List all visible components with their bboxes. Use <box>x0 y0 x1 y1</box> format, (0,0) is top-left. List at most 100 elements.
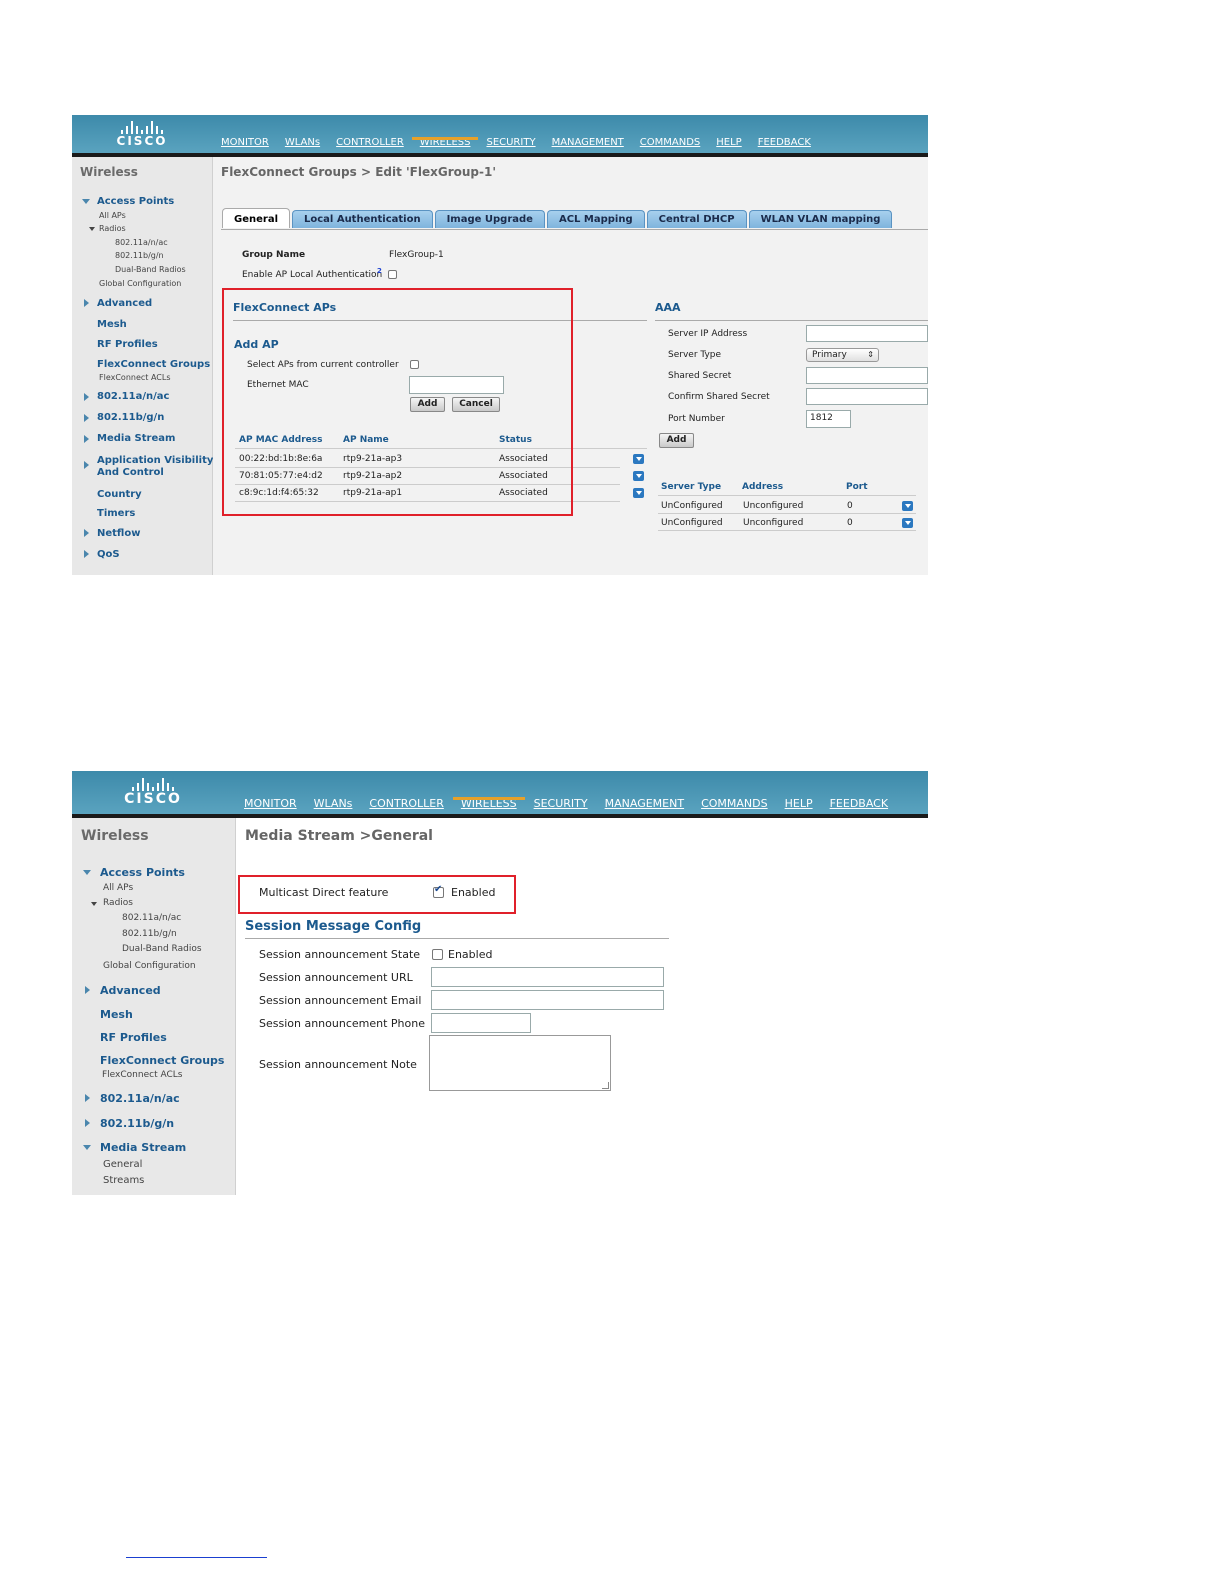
expand-down-icon[interactable] <box>89 227 95 231</box>
sidebar-item-flexconnect-groups[interactable]: FlexConnect Groups <box>100 1054 224 1067</box>
sidebar-item-radio-ac[interactable]: 802.11a/n/ac <box>115 238 168 247</box>
group-name-label: Group Name <box>242 250 306 260</box>
expand-right-icon[interactable] <box>84 414 89 422</box>
sidebar-item-ms-streams[interactable]: Streams <box>103 1175 144 1186</box>
expand-right-icon[interactable] <box>84 435 89 443</box>
sidebar-item-global-config[interactable]: Global Configuration <box>103 961 196 971</box>
nav-controller[interactable]: CONTROLLER <box>369 797 443 810</box>
sidebar-item-mesh[interactable]: Mesh <box>100 1008 133 1021</box>
expand-right-icon[interactable] <box>85 1094 90 1102</box>
nav-management[interactable]: MANAGEMENT <box>552 137 624 148</box>
server-type-select[interactable]: Primary ⇕ <box>806 348 879 362</box>
tab-local-authentication[interactable]: Local Authentication <box>292 210 433 228</box>
announcement-email-input[interactable] <box>431 990 664 1010</box>
confirm-secret-input[interactable] <box>806 388 928 405</box>
port-number-input[interactable]: 1812 <box>806 410 851 428</box>
expand-right-icon[interactable] <box>85 986 90 994</box>
tab-wlan-vlan-mapping[interactable]: WLAN VLAN mapping <box>748 210 893 228</box>
nav-help[interactable]: HELP <box>785 797 813 810</box>
sidebar-item-mesh[interactable]: Mesh <box>97 319 127 330</box>
page-title: FlexConnect Groups > Edit 'FlexGroup-1' <box>221 165 497 179</box>
expand-down-icon[interactable] <box>83 870 91 875</box>
sidebar-item-flexconnect-acls[interactable]: FlexConnect ACLs <box>102 1070 182 1080</box>
announcement-phone-input[interactable] <box>431 1013 531 1033</box>
sidebar-item-avc[interactable]: Application Visibility <box>97 455 213 466</box>
sidebar-item-advanced[interactable]: Advanced <box>100 984 161 997</box>
tab-central-dhcp[interactable]: Central DHCP <box>646 210 747 228</box>
announcement-note-textarea[interactable] <box>429 1035 611 1091</box>
expand-down-icon[interactable] <box>91 902 97 906</box>
row-dropdown-icon[interactable] <box>902 501 913 511</box>
sidebar-item-netflow[interactable]: Netflow <box>97 528 140 539</box>
expand-right-icon[interactable] <box>84 299 89 307</box>
expand-down-icon[interactable] <box>82 199 90 204</box>
sidebar-item-timers[interactable]: Timers <box>97 508 135 519</box>
server-ip-input[interactable] <box>806 325 928 342</box>
sidebar-item-access-points[interactable]: Access Points <box>97 196 174 207</box>
sidebar-item-country[interactable]: Country <box>97 489 142 500</box>
sidebar-item-dual-band[interactable]: Dual-Band Radios <box>122 944 202 954</box>
aaa-col-server-type: Server Type <box>661 482 722 492</box>
nav-wireless[interactable]: WIRELESS <box>452 797 525 810</box>
sidebar-item-qos[interactable]: QoS <box>97 549 120 560</box>
sidebar-item-radio-bgn[interactable]: 802.11b/g/n <box>122 929 177 939</box>
sidebar-item-all-aps[interactable]: All APs <box>103 883 133 893</box>
expand-down-icon[interactable] <box>83 1145 91 1150</box>
announcement-state-checkbox[interactable] <box>432 949 443 960</box>
sidebar-item-access-points[interactable]: Access Points <box>100 866 185 879</box>
sidebar-item-flexconnect-groups[interactable]: FlexConnect Groups <box>97 359 210 370</box>
sidebar-item-80211b[interactable]: 802.11b/g/n <box>100 1117 174 1130</box>
nav-wlans[interactable]: WLANs <box>314 797 353 810</box>
nav-monitor[interactable]: MONITOR <box>244 797 297 810</box>
nav-feedback[interactable]: FEEDBACK <box>758 137 811 148</box>
nav-wireless[interactable]: WIRELESS <box>411 137 479 148</box>
sidebar-item-media-stream[interactable]: Media Stream <box>100 1141 186 1154</box>
enable-local-auth-checkbox[interactable] <box>388 270 397 279</box>
sidebar-item-advanced[interactable]: Advanced <box>97 298 152 309</box>
nav-feedback[interactable]: FEEDBACK <box>830 797 888 810</box>
expand-right-icon[interactable] <box>84 461 89 469</box>
announcement-url-input[interactable] <box>431 967 664 987</box>
row-dropdown-icon[interactable] <box>633 488 644 498</box>
sidebar-item-radios[interactable]: Radios <box>99 224 126 233</box>
cisco-logo: CISCO <box>112 121 172 148</box>
expand-right-icon[interactable] <box>84 393 89 401</box>
nav-security[interactable]: SECURITY <box>534 797 588 810</box>
row-dropdown-icon[interactable] <box>633 471 644 481</box>
sidebar-item-dual-band[interactable]: Dual-Band Radios <box>115 265 186 274</box>
expand-right-icon[interactable] <box>84 550 89 558</box>
sidebar-item-80211a[interactable]: 802.11a/n/ac <box>97 391 169 402</box>
sidebar-item-rf-profiles[interactable]: RF Profiles <box>97 339 158 350</box>
expand-right-icon[interactable] <box>84 529 89 537</box>
nav-commands[interactable]: COMMANDS <box>701 797 768 810</box>
sidebar-item-80211b[interactable]: 802.11b/g/n <box>97 412 164 423</box>
tab-general[interactable]: General <box>222 208 290 228</box>
main-nav: MONITOR WLANs CONTROLLER WIRELESS SECURI… <box>221 137 811 148</box>
sidebar-item-avc-line2[interactable]: And Control <box>97 467 164 478</box>
nav-management[interactable]: MANAGEMENT <box>605 797 684 810</box>
nav-wlans[interactable]: WLANs <box>285 137 320 148</box>
aaa-add-button[interactable]: Add <box>659 433 694 448</box>
tab-acl-mapping[interactable]: ACL Mapping <box>546 210 645 228</box>
sidebar-item-radio-bgn[interactable]: 802.11b/g/n <box>115 251 164 260</box>
sidebar-item-ms-general[interactable]: General <box>103 1159 142 1170</box>
expand-right-icon[interactable] <box>85 1119 90 1127</box>
tab-image-upgrade[interactable]: Image Upgrade <box>434 210 545 228</box>
sidebar: Wireless Access Points All APs Radios 80… <box>72 157 213 575</box>
sidebar-item-global-config[interactable]: Global Configuration <box>99 279 181 288</box>
nav-monitor[interactable]: MONITOR <box>221 137 269 148</box>
row-dropdown-icon[interactable] <box>902 518 913 528</box>
sidebar-item-all-aps[interactable]: All APs <box>99 211 126 220</box>
nav-controller[interactable]: CONTROLLER <box>336 137 404 148</box>
sidebar-item-media-stream[interactable]: Media Stream <box>97 433 175 444</box>
sidebar-item-rf-profiles[interactable]: RF Profiles <box>100 1031 167 1044</box>
nav-commands[interactable]: COMMANDS <box>640 137 700 148</box>
shared-secret-input[interactable] <box>806 367 928 384</box>
nav-help[interactable]: HELP <box>716 137 741 148</box>
sidebar-item-radio-ac[interactable]: 802.11a/n/ac <box>122 913 181 923</box>
nav-security[interactable]: SECURITY <box>486 137 535 148</box>
sidebar-item-flexconnect-acls[interactable]: FlexConnect ACLs <box>99 373 171 382</box>
sidebar-item-radios[interactable]: Radios <box>103 898 133 908</box>
sidebar-item-80211a[interactable]: 802.11a/n/ac <box>100 1092 180 1105</box>
row-dropdown-icon[interactable] <box>633 454 644 464</box>
